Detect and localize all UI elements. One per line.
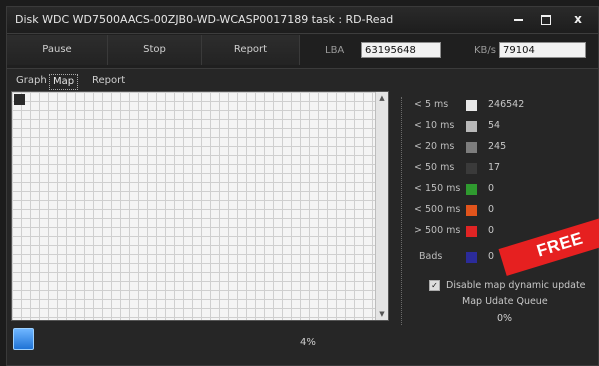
tab-graph[interactable]: Graph [13,74,50,88]
legend-count: 245 [488,141,507,152]
legend-swatch [466,205,477,216]
legend-count: 246542 [488,99,525,110]
legend-swatch [466,252,477,263]
legend-count: 17 [488,162,501,173]
legend-label: < 20 ms [414,141,455,152]
lba-field: 63195648 [361,42,441,58]
maximize-button[interactable] [534,10,558,28]
progress-icon [13,328,34,350]
legend-count: 54 [488,120,501,131]
map-queue-value: 0% [497,313,513,324]
legend-label: < 5 ms [414,99,449,110]
free-badge: FREE [498,214,599,276]
view-tabs: Graph Map Report [7,71,598,91]
scroll-up-icon[interactable]: ▲ [376,92,388,104]
toolbar: Pause Stop Report LBA 63195648 KB/s 7910… [7,34,598,69]
legend-label: Bads [419,251,443,262]
close-icon: x [574,12,582,26]
legend-count: 0 [488,225,495,236]
maximize-icon [541,14,551,25]
tab-map[interactable]: Map [49,74,79,90]
pause-button[interactable]: Pause [7,35,108,65]
legend-label: < 500 ms [414,204,461,215]
tab-report[interactable]: Report [89,74,128,88]
block-map: ▲ ▼ [11,91,389,321]
minimize-icon [513,18,523,21]
app-window: Disk WDC WD7500AACS-00ZJB0-WD-WCASP00171… [6,6,599,366]
legend-swatch [466,163,477,174]
legend-label: < 10 ms [414,120,455,131]
disable-map-update-label: Disable map dynamic update [446,280,586,291]
legend-label: < 150 ms [414,183,461,194]
title-bar: Disk WDC WD7500AACS-00ZJB0-WD-WCASP00171… [7,7,598,34]
scroll-down-icon[interactable]: ▼ [376,308,388,320]
lba-label: LBA [325,45,345,56]
legend-label: > 500 ms [414,225,461,236]
legend-swatch [466,142,477,153]
disable-map-update-checkbox[interactable]: ✓ [429,280,440,291]
kbs-field: 79104 [499,42,586,58]
legend-swatch [466,226,477,237]
panel-divider [401,97,402,325]
map-scrollbar[interactable]: ▲ ▼ [375,92,388,320]
disable-map-update-option[interactable]: ✓ Disable map dynamic update [429,280,586,291]
legend-count: 0 [488,251,495,262]
legend-label: < 50 ms [414,162,455,173]
window-title: Disk WDC WD7500AACS-00ZJB0-WD-WCASP00171… [15,13,394,26]
minimize-button[interactable] [506,10,530,28]
legend-swatch [466,121,477,132]
map-queue-label: Map Udate Queue [462,296,548,307]
block-map-grid [12,92,376,320]
close-button[interactable]: x [566,10,590,28]
legend-count: 0 [488,183,495,194]
legend-swatch [466,184,477,195]
legend-count: 0 [488,204,495,215]
progress-percent: 4% [300,337,316,348]
stop-button[interactable]: Stop [108,35,202,65]
report-button[interactable]: Report [202,35,300,65]
kbs-label: KB/s [474,45,496,56]
legend-swatch [466,100,477,111]
block-map-current-cell [14,94,25,105]
